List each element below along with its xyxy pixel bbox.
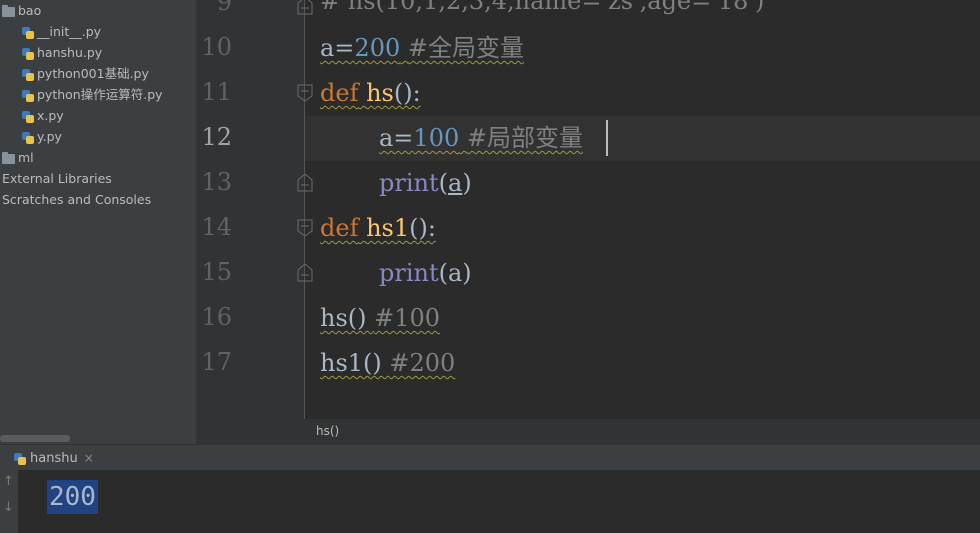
python-file-icon: [22, 131, 34, 144]
tree-item-ml[interactable]: ml: [2, 147, 34, 168]
sidebar-scrollbar[interactable]: [0, 435, 70, 442]
code-line-12[interactable]: a=100 #局部变量: [379, 123, 583, 153]
folder-icon: [2, 151, 15, 164]
arrow-up-icon[interactable]: ↑: [3, 474, 14, 489]
fold-end-icon[interactable]: [296, 264, 314, 282]
console-output: 200: [47, 480, 98, 514]
code-line-9[interactable]: # hs(10,1,2,3,4,name='zs',age='18'): [320, 0, 764, 16]
run-toolbar: ↑ ↓: [0, 470, 18, 533]
python-file-icon: [22, 110, 34, 123]
fold-start-icon[interactable]: [296, 219, 314, 237]
line-number: 15: [201, 258, 232, 286]
python-file-icon: [22, 89, 34, 102]
run-console[interactable]: 200: [18, 470, 980, 533]
python-file-icon: [22, 26, 34, 39]
tree-item-label: x.py: [37, 108, 64, 123]
code-line-17[interactable]: hs1() #200: [320, 348, 455, 378]
tree-item-label: bao: [18, 3, 42, 18]
code-line-13[interactable]: print(a): [379, 168, 472, 198]
tree-item-label: External Libraries: [2, 171, 112, 186]
python-file-icon: [22, 47, 34, 60]
tree-item-x[interactable]: x.py: [22, 105, 64, 126]
tree-item-label: hanshu.py: [37, 45, 103, 60]
arrow-down-icon[interactable]: ↓: [3, 500, 14, 515]
line-number: 11: [201, 78, 232, 106]
code-line-10[interactable]: a=200 #全局变量: [320, 33, 524, 63]
project-tree: bao __init__.py hanshu.py python001基础.py…: [0, 0, 196, 444]
text-caret: [606, 120, 608, 156]
tree-item-label: Scratches and Consoles: [2, 192, 152, 207]
breadcrumb-bar: hs(): [196, 419, 980, 444]
line-number-current: 12: [201, 123, 232, 151]
fold-end-icon[interactable]: [296, 0, 314, 15]
code-line-15[interactable]: print(a): [379, 258, 472, 288]
python-file-icon: [14, 452, 26, 465]
tree-item-hanshu[interactable]: hanshu.py: [22, 42, 102, 63]
tree-item-python001[interactable]: python001基础.py: [22, 63, 149, 84]
tree-item-external-libraries[interactable]: External Libraries: [2, 168, 112, 189]
line-number: 14: [201, 213, 232, 241]
breadcrumb[interactable]: hs(): [316, 424, 339, 438]
tree-item-y[interactable]: y.py: [22, 126, 62, 147]
tree-item-python-operators[interactable]: python操作运算符.py: [22, 84, 163, 105]
tree-item-label: __init__.py: [37, 24, 102, 39]
folder-icon: [2, 4, 15, 17]
line-number: 16: [201, 303, 232, 331]
line-number: 17: [201, 348, 232, 376]
tree-item-label: python001基础.py: [37, 66, 149, 81]
close-icon[interactable]: ×: [84, 451, 94, 465]
tree-item-scratches[interactable]: Scratches and Consoles: [2, 189, 151, 210]
line-number: 9: [216, 0, 232, 16]
tree-item-bao[interactable]: bao: [2, 0, 41, 21]
code-line-16[interactable]: hs() #100: [320, 303, 440, 333]
tree-item-label: python操作运算符.py: [37, 87, 163, 102]
run-tab-label: hanshu: [30, 451, 78, 466]
python-file-icon: [22, 68, 34, 81]
tree-item-label: y.py: [37, 129, 62, 144]
run-tab-bar: hanshu ×: [0, 444, 980, 471]
tree-item-label: ml: [18, 150, 34, 165]
line-number: 13: [201, 168, 232, 196]
run-tab-hanshu[interactable]: hanshu ×: [8, 445, 100, 471]
gutter-divider: [304, 0, 305, 419]
code-line-14[interactable]: def hs1():: [320, 213, 436, 243]
tree-item-init[interactable]: __init__.py: [22, 21, 101, 42]
code-editor[interactable]: 9 10 11 12 13 14 15 16 17 # hs(10,1,2,3,…: [196, 0, 980, 419]
code-line-11[interactable]: def hs():: [320, 78, 421, 108]
line-number: 10: [201, 33, 232, 61]
fold-end-icon[interactable]: [296, 174, 314, 192]
fold-start-icon[interactable]: [296, 84, 314, 102]
